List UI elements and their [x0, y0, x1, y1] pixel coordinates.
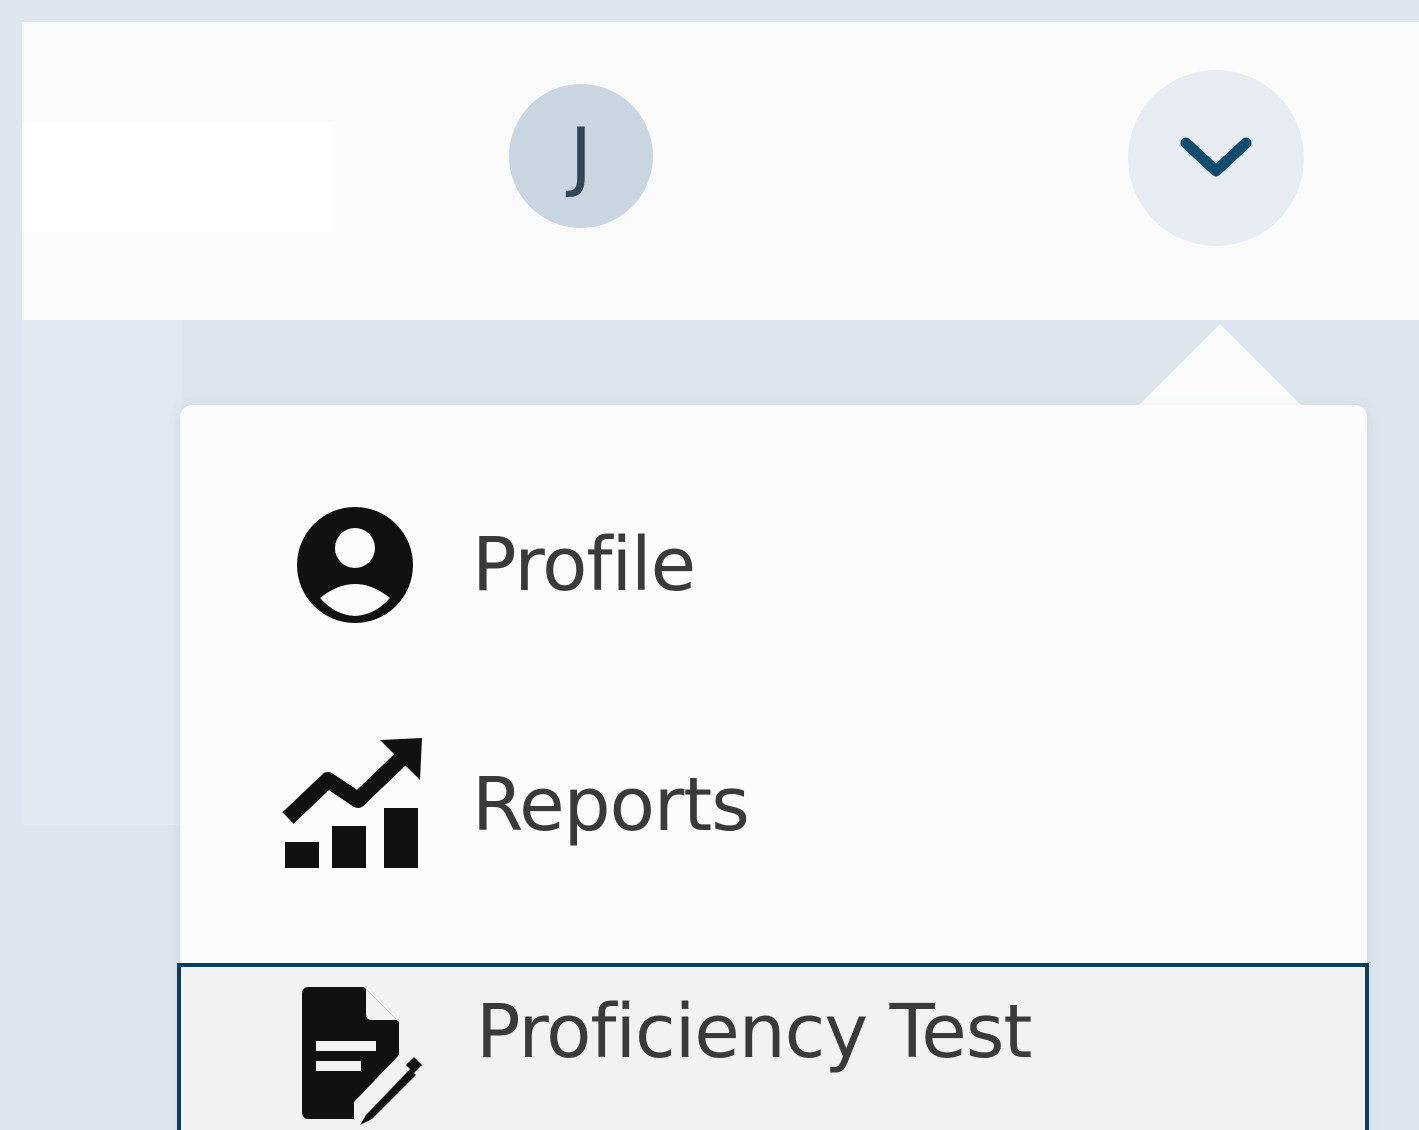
top-bar-left-area	[22, 122, 332, 232]
menu-item-label: Profile	[472, 522, 696, 608]
avatar-initial: J	[569, 111, 593, 200]
top-bar: J	[22, 22, 1419, 320]
page-content-shade	[22, 320, 182, 825]
user-avatar[interactable]: J	[509, 84, 653, 228]
dropdown-caret	[1136, 324, 1304, 408]
menu-item-label: Proficiency Test	[476, 989, 1032, 1075]
menu-item-label: Reports	[472, 762, 750, 848]
app-screen: J Profile Reports Proficiency Test	[0, 0, 1419, 1130]
user-circle-icon	[280, 490, 430, 640]
menu-item-profile[interactable]: Profile	[180, 465, 1367, 665]
chart-line-icon	[280, 730, 430, 880]
menu-item-proficiency-test[interactable]: Proficiency Test	[177, 963, 1369, 1130]
file-signature-icon	[284, 977, 434, 1127]
chevron-down-icon	[1180, 137, 1252, 177]
user-menu-toggle-button[interactable]	[1128, 70, 1304, 246]
menu-item-reports[interactable]: Reports	[180, 705, 1367, 905]
user-dropdown-menu: Profile Reports Proficiency Test	[177, 405, 1369, 1130]
